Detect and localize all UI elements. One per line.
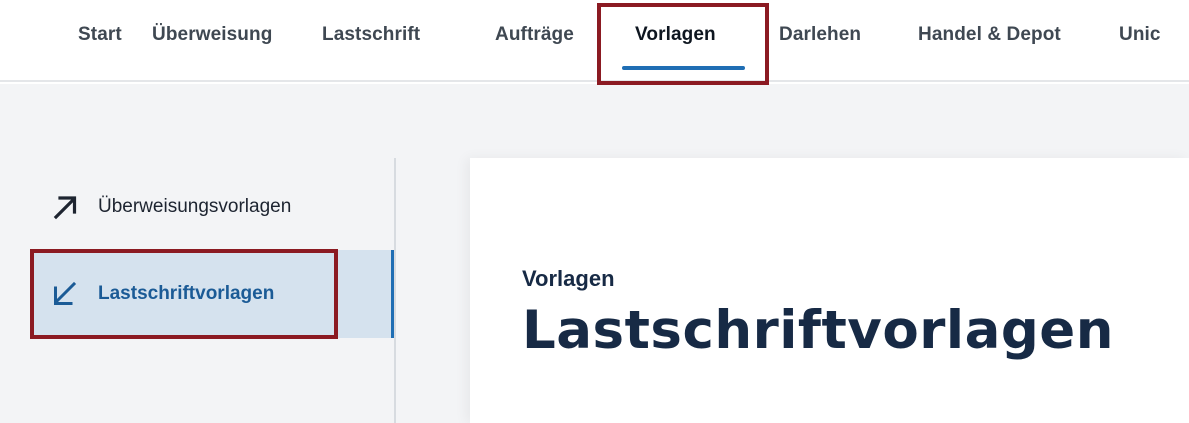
arrow-up-right-icon [50, 192, 80, 222]
sidebar-item-ueberweisungsvorlagen[interactable]: Überweisungsvorlagen [50, 190, 291, 224]
sidebar-item-label: Lastschriftvorlagen [98, 283, 275, 304]
sidebar-item-label: Überweisungsvorlagen [98, 196, 292, 217]
arrow-down-left-icon [50, 279, 80, 309]
nav-tab-ueberweisung[interactable]: Überweisung [152, 24, 272, 46]
nav-tab-start[interactable]: Start [78, 24, 122, 46]
sidebar-item-lastschriftvorlagen[interactable]: Lastschriftvorlagen [34, 250, 395, 338]
nav-tab-vorlagen[interactable]: Vorlagen [635, 24, 716, 46]
active-tab-indicator [622, 66, 745, 70]
nav-tab-truncated[interactable]: Unic [1119, 24, 1161, 46]
main-card: Vorlagen Lastschriftvorlagen [470, 158, 1189, 423]
top-navigation: Start Überweisung Lastschrift Aufträge V… [0, 0, 1189, 82]
sidebar-divider [394, 158, 396, 423]
nav-tab-lastschrift[interactable]: Lastschrift [322, 24, 420, 46]
section-eyebrow: Vorlagen [522, 266, 615, 291]
nav-tab-handel-depot[interactable]: Handel & Depot [918, 24, 1061, 46]
nav-tab-auftraege[interactable]: Aufträge [495, 24, 574, 46]
nav-tab-darlehen[interactable]: Darlehen [779, 24, 861, 46]
page-title: Lastschriftvorlagen [522, 300, 1114, 361]
